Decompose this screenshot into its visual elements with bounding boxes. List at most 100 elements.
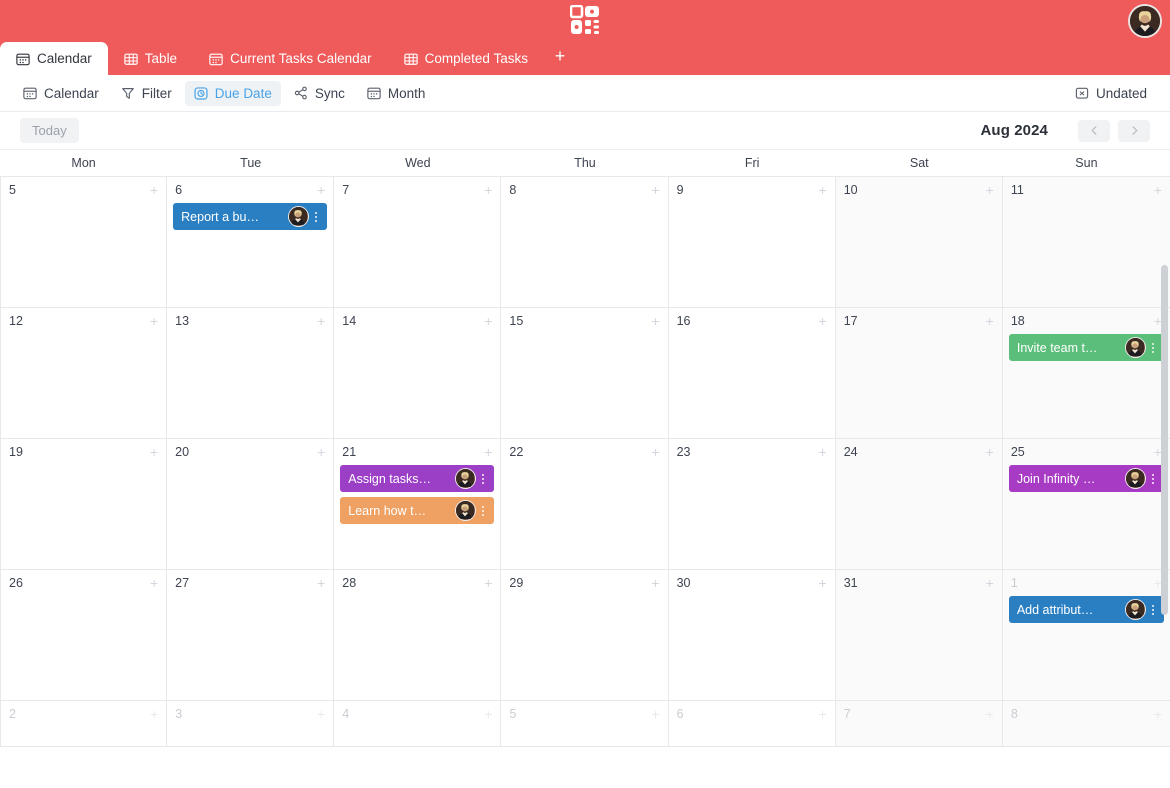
plus-icon[interactable]: + — [986, 576, 994, 590]
tab-calendar[interactable]: Calendar — [0, 42, 108, 75]
calendar-day-cell[interactable]: 11 + — [1002, 177, 1170, 307]
calendar-day-cell[interactable]: 31 + — [835, 570, 1003, 700]
calendar-event-card[interactable]: Report a bu… — [173, 203, 328, 230]
tab-current-tasks-calendar[interactable]: Current Tasks Calendar — [193, 42, 388, 75]
plus-icon[interactable]: + — [819, 314, 827, 328]
calendar-day-cell[interactable]: 10 + — [835, 177, 1003, 307]
plus-icon[interactable]: + — [651, 576, 659, 590]
calendar-event-card[interactable]: Add attribut… — [1008, 596, 1164, 623]
tab-completed-tasks[interactable]: Completed Tasks — [388, 42, 544, 75]
plus-icon[interactable]: + — [986, 183, 994, 197]
plus-icon[interactable]: + — [150, 183, 158, 197]
plus-icon[interactable]: + — [819, 183, 827, 197]
plus-icon[interactable]: + — [150, 707, 158, 721]
toolbar-item-sync[interactable]: Sync — [285, 81, 354, 106]
calendar-day-cell[interactable]: 22 + — [501, 439, 669, 569]
plus-icon[interactable]: + — [651, 445, 659, 459]
plus-icon[interactable]: + — [150, 445, 158, 459]
event-assignee-avatar[interactable] — [1124, 599, 1146, 620]
kebab-icon[interactable] — [1146, 473, 1160, 484]
previous-month-button[interactable] — [1078, 119, 1110, 142]
calendar-day-cell[interactable]: 6 + Report a bu… — [167, 177, 335, 307]
tab-table[interactable]: Table — [108, 42, 193, 75]
event-assignee-avatar[interactable] — [455, 468, 477, 489]
calendar-event-card[interactable]: Assign tasks… — [340, 465, 495, 492]
event-assignee-avatar[interactable] — [288, 206, 310, 227]
calendar-scrollbar[interactable] — [1160, 177, 1168, 748]
plus-icon[interactable]: + — [317, 707, 325, 721]
plus-icon[interactable]: + — [986, 707, 994, 721]
toolbar-item-due-date[interactable]: Due Date — [184, 80, 281, 106]
calendar-event-card[interactable]: Invite team t… — [1008, 334, 1164, 361]
calendar-day-cell[interactable]: 24 + — [835, 439, 1003, 569]
today-button[interactable]: Today — [20, 118, 79, 143]
calendar-day-cell[interactable]: 29 + — [501, 570, 669, 700]
kebab-icon[interactable] — [476, 505, 490, 516]
plus-icon[interactable]: + — [819, 576, 827, 590]
plus-icon[interactable]: + — [484, 707, 492, 721]
kebab-icon[interactable] — [476, 473, 490, 484]
undated-button[interactable]: Undated — [1066, 81, 1156, 106]
plus-icon[interactable]: + — [819, 445, 827, 459]
calendar-day-cell[interactable]: 13 + — [167, 308, 335, 438]
calendar-day-cell[interactable]: 3 + — [167, 701, 335, 746]
calendar-day-cell[interactable]: 14 + — [334, 308, 502, 438]
plus-icon[interactable]: + — [651, 183, 659, 197]
plus-icon[interactable]: + — [651, 314, 659, 328]
toolbar-item-calendar[interactable]: Calendar — [14, 81, 108, 106]
plus-icon[interactable]: + — [819, 707, 827, 721]
calendar-day-cell[interactable]: 5 + — [0, 177, 168, 307]
toolbar-item-month[interactable]: Month — [358, 81, 435, 106]
plus-icon[interactable]: + — [317, 314, 325, 328]
calendar-day-cell[interactable]: 8 + — [501, 177, 669, 307]
plus-icon[interactable]: + — [484, 445, 492, 459]
avatar[interactable] — [1128, 4, 1162, 38]
calendar-day-cell[interactable]: 1 + Add attribut… — [1002, 570, 1170, 700]
event-assignee-avatar[interactable] — [455, 500, 477, 521]
calendar-day-cell[interactable]: 17 + — [835, 308, 1003, 438]
calendar-day-cell[interactable]: 16 + — [669, 308, 836, 438]
calendar-day-cell[interactable]: 7 + — [835, 701, 1003, 746]
calendar-day-cell[interactable]: 12 + — [0, 308, 168, 438]
plus-icon[interactable]: + — [484, 183, 492, 197]
calendar-day-cell[interactable]: 5 + — [501, 701, 669, 746]
calendar-day-cell[interactable]: 18 + Invite team t… — [1002, 308, 1170, 438]
plus-icon[interactable]: + — [317, 445, 325, 459]
calendar-day-cell[interactable]: 26 + — [0, 570, 168, 700]
calendar-day-cell[interactable]: 27 + — [167, 570, 335, 700]
plus-icon[interactable]: + — [317, 576, 325, 590]
calendar-day-cell[interactable]: 20 + — [167, 439, 335, 569]
plus-icon[interactable]: + — [986, 314, 994, 328]
calendar-day-cell[interactable]: 28 + — [334, 570, 502, 700]
calendar-event-card[interactable]: Learn how t… — [340, 497, 495, 524]
plus-icon[interactable]: + — [150, 576, 158, 590]
kebab-icon[interactable] — [309, 211, 323, 222]
calendar-day-cell[interactable]: 30 + — [669, 570, 836, 700]
add-tab-button[interactable]: + — [544, 42, 576, 75]
calendar-day-cell[interactable]: 25 + Join Infinity … — [1002, 439, 1170, 569]
calendar-day-cell[interactable]: 23 + — [669, 439, 836, 569]
event-assignee-avatar[interactable] — [1124, 337, 1146, 358]
plus-icon[interactable]: + — [484, 314, 492, 328]
plus-icon[interactable]: + — [651, 707, 659, 721]
calendar-day-cell[interactable]: 2 + — [0, 701, 168, 746]
calendar-day-cell[interactable]: 15 + — [501, 308, 669, 438]
event-assignee-avatar[interactable] — [1124, 468, 1146, 489]
calendar-day-cell[interactable]: 7 + — [334, 177, 502, 307]
plus-icon[interactable]: + — [484, 576, 492, 590]
plus-icon[interactable]: + — [986, 445, 994, 459]
calendar-day-cell[interactable]: 9 + — [669, 177, 836, 307]
infinity-qr-logo-icon[interactable] — [570, 5, 600, 35]
calendar-day-cell[interactable]: 4 + — [334, 701, 502, 746]
calendar-event-card[interactable]: Join Infinity … — [1008, 465, 1164, 492]
kebab-icon[interactable] — [1146, 342, 1160, 353]
plus-icon[interactable]: + — [150, 314, 158, 328]
next-month-button[interactable] — [1118, 119, 1150, 142]
calendar-day-cell[interactable]: 6 + — [669, 701, 836, 746]
toolbar-item-filter[interactable]: Filter — [112, 81, 181, 106]
calendar-day-cell[interactable]: 21 + Assign tasks… Learn how t… — [334, 439, 502, 569]
calendar-scrollbar-thumb[interactable] — [1161, 265, 1168, 615]
calendar-day-cell[interactable]: 8 + — [1002, 701, 1170, 746]
plus-icon[interactable]: + — [317, 183, 325, 197]
kebab-icon[interactable] — [1146, 604, 1160, 615]
